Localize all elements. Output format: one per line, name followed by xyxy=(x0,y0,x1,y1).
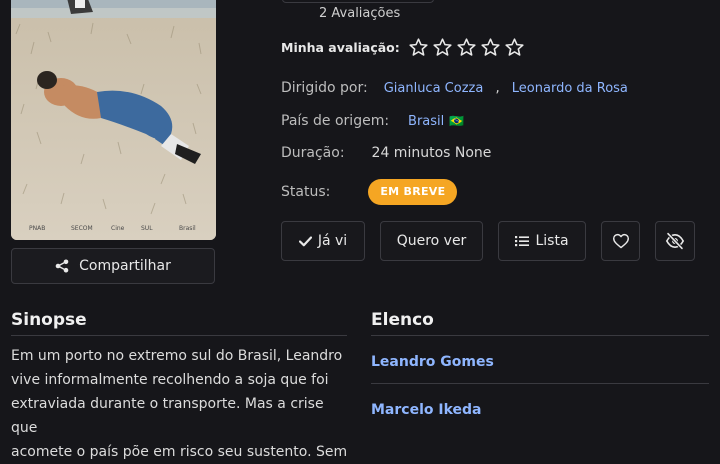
cast-member-link[interactable]: Leandro Gomes xyxy=(371,354,494,370)
share-icon xyxy=(55,259,69,273)
synopsis-line: acomete o país põe em risco seu sustento… xyxy=(11,444,348,460)
svg-text:Cine: Cine xyxy=(111,225,125,232)
director-link[interactable]: Gianluca Cozza xyxy=(384,81,484,96)
directed-by-label: Dirigido por: xyxy=(281,80,368,96)
check-icon xyxy=(298,235,312,246)
country-label: País de origem: xyxy=(281,113,390,129)
star-icon[interactable] xyxy=(408,37,429,58)
country-link[interactable]: Brasil xyxy=(408,114,444,129)
seen-button[interactable]: Já vi xyxy=(281,221,365,261)
my-rating-row: Minha avaliação: xyxy=(281,37,525,58)
cast-item-divider xyxy=(371,383,709,384)
share-button-label: Compartilhar xyxy=(79,258,171,274)
star-icon[interactable] xyxy=(504,37,525,58)
svg-text:PNAB: PNAB xyxy=(29,225,45,232)
synopsis-line: extraviada durante o transporte. Mas a c… xyxy=(11,396,324,436)
ratings-count: 2 Avaliações xyxy=(319,6,401,21)
favorite-button[interactable] xyxy=(601,221,640,261)
duration-label: Duração: xyxy=(281,145,345,161)
synopsis-divider xyxy=(11,335,347,336)
svg-text:SECOM: SECOM xyxy=(71,225,93,232)
list-button[interactable]: Lista xyxy=(498,221,586,261)
svg-text:Brasil: Brasil xyxy=(179,225,196,232)
seen-button-label: Já vi xyxy=(317,233,348,249)
director-link[interactable]: Leonardo da Rosa xyxy=(512,81,628,96)
cast-divider xyxy=(371,335,709,336)
svg-text:SUL: SUL xyxy=(141,225,153,232)
share-button[interactable]: Compartilhar xyxy=(11,248,215,284)
rating-box-edge xyxy=(282,0,434,3)
duration-row: Duração: 24 minutos None xyxy=(281,145,491,161)
star-icon[interactable] xyxy=(480,37,501,58)
want-to-see-label: Quero ver xyxy=(396,233,467,249)
brazil-flag-icon: 🇧🇷 xyxy=(449,114,465,128)
want-to-see-button[interactable]: Quero ver xyxy=(380,221,483,261)
my-rating-label: Minha avaliação: xyxy=(281,40,400,55)
star-icon[interactable] xyxy=(432,37,453,58)
director-separator: , xyxy=(495,80,500,96)
hide-button[interactable] xyxy=(655,221,695,261)
cast-member-link[interactable]: Marcelo Ikeda xyxy=(371,402,481,418)
synopsis-line: vive informalmente recolhendo a soja que… xyxy=(11,372,329,388)
eye-slash-icon xyxy=(665,232,685,250)
list-button-label: Lista xyxy=(535,233,569,249)
star-rating[interactable] xyxy=(408,37,525,58)
synopsis-title: Sinopse xyxy=(11,310,87,330)
synopsis-text: Em um porto no extremo sul do Brasil, Le… xyxy=(11,344,353,464)
cast-title: Elenco xyxy=(371,310,434,330)
country-row: País de origem: Brasil 🇧🇷 xyxy=(281,113,464,129)
synopsis-line: Em um porto no extremo sul do Brasil, Le… xyxy=(11,348,343,364)
movie-poster: PNAB SECOM Cine SUL Brasil xyxy=(11,0,216,240)
status-label: Status: xyxy=(281,184,331,200)
duration-value: 24 minutos None xyxy=(371,145,492,161)
star-icon[interactable] xyxy=(456,37,477,58)
status-badge: EM BREVE xyxy=(368,179,458,205)
list-icon xyxy=(515,236,530,247)
heart-icon xyxy=(612,233,629,249)
poster-artwork: PNAB SECOM Cine SUL Brasil xyxy=(11,0,216,240)
directors-row: Dirigido por: Gianluca Cozza , Leonardo … xyxy=(281,80,628,96)
status-row: Status: EM BREVE xyxy=(281,179,458,205)
